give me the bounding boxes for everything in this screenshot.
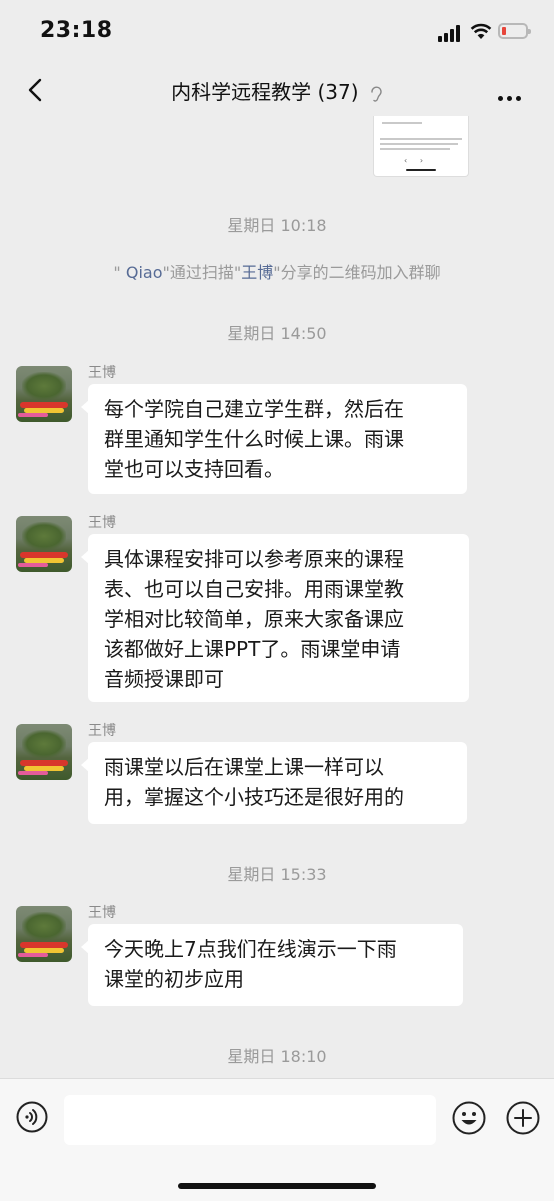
message-input[interactable] — [64, 1095, 436, 1145]
voice-icon[interactable] — [16, 1101, 48, 1133]
sender-name: 王博 — [88, 365, 116, 381]
message-timestamp: 星期日 15:33 — [227, 865, 327, 884]
sender-name: 王博 — [88, 905, 116, 921]
chat-header: 内科学远程教学 (37) — [0, 66, 554, 114]
chat-title-wrap[interactable]: 内科学远程教学 (37) — [0, 76, 554, 105]
battery-icon — [498, 23, 531, 39]
avatar[interactable] — [16, 366, 72, 422]
ear-icon — [371, 86, 382, 102]
avatar[interactable] — [16, 906, 72, 962]
message-bubble[interactable]: 每个学院自己建立学生群，然后在 群里通知学生什么时候上课。雨课 堂也可以支持回看。 — [81, 384, 467, 494]
sender-name: 王博 — [88, 723, 116, 739]
message-bubble[interactable]: 具体课程安排可以参考原来的课程 表、也可以自己安排。用雨课堂教 学相对比较简单，原来… — [81, 534, 469, 702]
chat-title: 内科学远程教学 (37) — [171, 80, 359, 104]
status-bar: 23:18 — [0, 0, 554, 66]
plus-icon[interactable] — [506, 1101, 540, 1135]
message-bubble[interactable]: 今天晚上7点我们在线演示一下雨 课堂的初步应用 — [81, 924, 463, 1006]
sender-name: 王博 — [88, 515, 116, 531]
image-message-thumbnail[interactable]: ‹ › — [373, 116, 469, 177]
system-message: " Qiao"通过扫描"王博"分享的二维码加入群聊 — [113, 263, 441, 282]
cellular-signal-icon — [438, 24, 464, 42]
wifi-icon — [470, 23, 492, 39]
status-time: 23:18 — [40, 18, 113, 43]
home-indicator[interactable] — [178, 1183, 376, 1189]
message-timestamp: 星期日 18:10 — [227, 1047, 327, 1066]
more-icon[interactable] — [498, 86, 525, 105]
avatar[interactable] — [16, 724, 72, 780]
message-bubble[interactable]: 雨课堂以后在课堂上课一样可以 用，掌握这个小技巧还是很好用的 — [81, 742, 467, 824]
avatar[interactable] — [16, 516, 72, 572]
system-message-user-link[interactable]: 王博 — [241, 263, 273, 282]
system-message-user-link[interactable]: Qiao — [126, 263, 163, 282]
message-timestamp: 星期日 14:50 — [227, 324, 327, 343]
emoji-icon[interactable] — [452, 1101, 486, 1135]
message-timestamp: 星期日 10:18 — [227, 216, 327, 235]
thumbnail-nav-arrows: ‹ › — [404, 156, 424, 165]
